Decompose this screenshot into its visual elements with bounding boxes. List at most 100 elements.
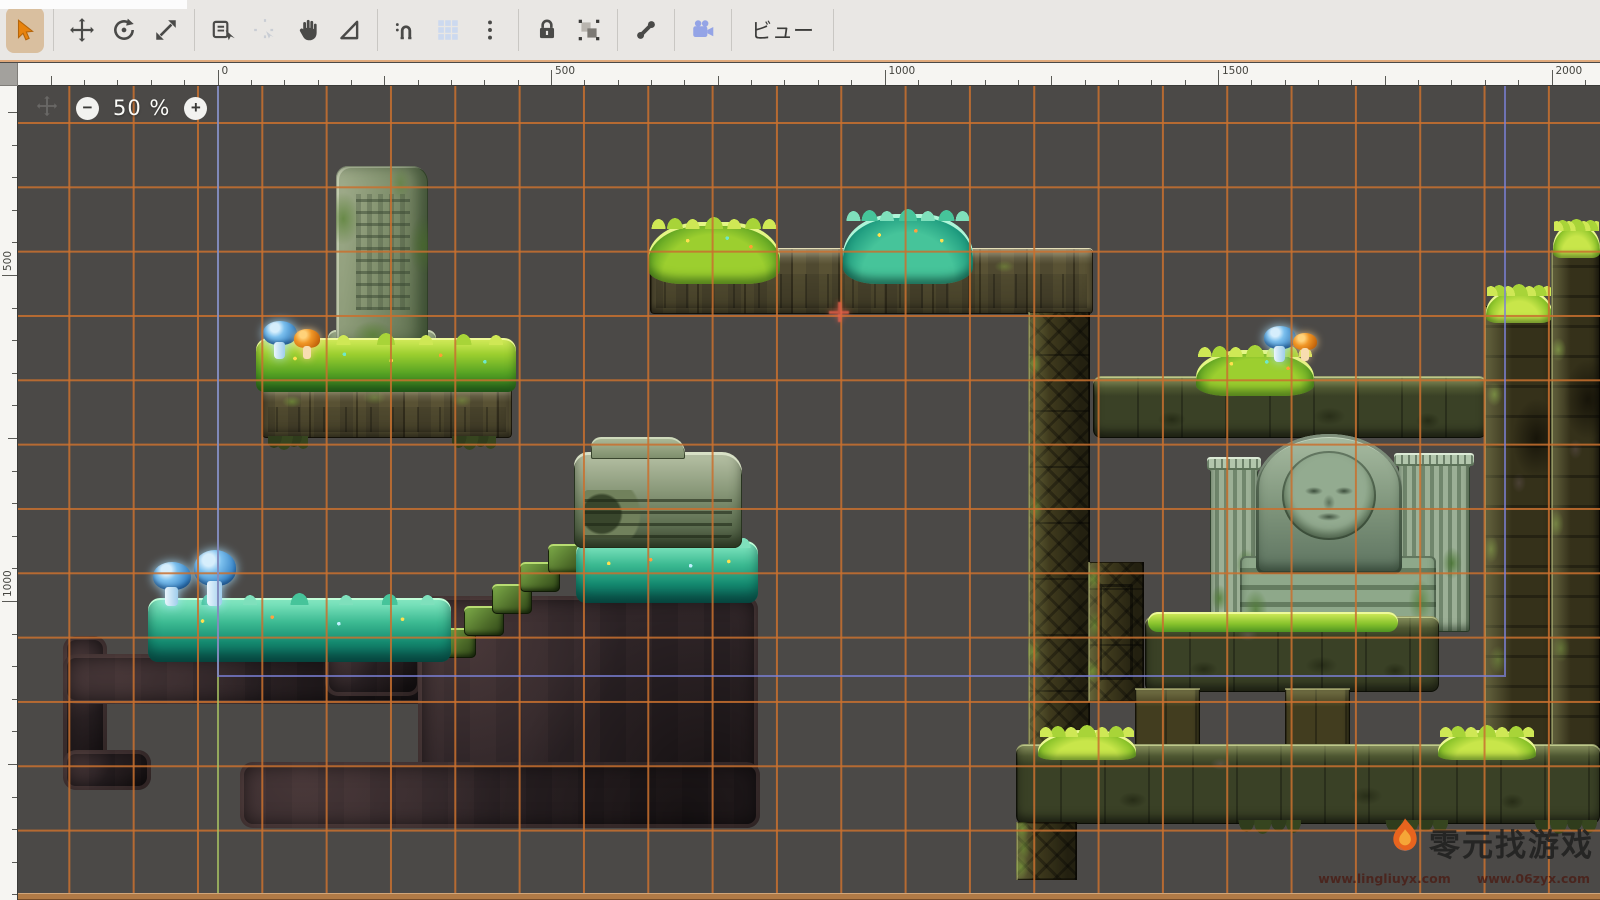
ruler-tick xyxy=(1585,80,1586,86)
toolbar-separator xyxy=(617,9,618,51)
ruler-tick xyxy=(12,405,18,406)
pan-widget-icon xyxy=(36,95,58,117)
transform-grid-toggle-button[interactable] xyxy=(568,7,610,53)
stone-monument[interactable] xyxy=(336,166,428,342)
measure-tool-button[interactable] xyxy=(328,7,370,53)
right-wall-inner-grass[interactable] xyxy=(1486,289,1552,323)
statue-ledge[interactable] xyxy=(1145,616,1439,692)
moss-fringe[interactable] xyxy=(268,436,308,452)
triangle-icon xyxy=(336,17,362,43)
mushroom-blue[interactable] xyxy=(1264,326,1296,362)
toolbar-separator xyxy=(53,9,54,51)
ruler-corner xyxy=(0,63,18,86)
ruler-tick xyxy=(1185,80,1186,86)
mushroom-blue[interactable] xyxy=(263,321,297,359)
watermark-urls: www.lingliuyx.com www.06zyx.com xyxy=(1318,871,1590,886)
hand-icon xyxy=(294,17,320,43)
upper-grass-teal[interactable] xyxy=(576,541,758,603)
magnet-snap-toggle-button[interactable] xyxy=(385,7,427,53)
right-wall-outer-grass[interactable] xyxy=(1553,224,1600,258)
ruler-tick xyxy=(1318,80,1319,86)
grid-snap-toggle-button[interactable] xyxy=(427,7,469,53)
statue-face[interactable] xyxy=(1256,434,1402,574)
ruins-column-block[interactable] xyxy=(1088,562,1144,702)
horizontal-scrollbar[interactable] xyxy=(18,893,1600,900)
ruler-label: 2000 xyxy=(1556,65,1583,77)
right-wall-inner[interactable] xyxy=(1484,306,1554,748)
mushroom-blue[interactable] xyxy=(194,550,236,606)
ruler-tick xyxy=(1151,80,1152,86)
ruler-label: 1000 xyxy=(2,570,14,597)
left-platform-stone[interactable] xyxy=(262,386,512,438)
camera-icon xyxy=(690,17,716,43)
ruler-label: 0 xyxy=(222,65,229,77)
ruins-column[interactable] xyxy=(1028,312,1090,748)
bone-tool-button[interactable] xyxy=(625,7,667,53)
mushroom-orange[interactable] xyxy=(1293,333,1317,361)
ruler-tick xyxy=(12,145,18,146)
ruler-tick xyxy=(384,76,385,85)
column-stub[interactable] xyxy=(1016,822,1077,880)
ruler-label: 1500 xyxy=(1222,65,1249,77)
ruler-tick xyxy=(584,80,585,86)
mid-bush-green[interactable] xyxy=(648,222,780,284)
move-icon xyxy=(69,17,95,43)
ruler-tick xyxy=(12,503,18,504)
rotate-tool-button[interactable] xyxy=(103,7,145,53)
more-options-button[interactable] xyxy=(469,7,511,53)
ruler-tick xyxy=(1451,80,1452,86)
ruler-tick xyxy=(84,80,85,86)
scale-tool-button[interactable] xyxy=(145,7,187,53)
ruler-tick xyxy=(151,80,152,86)
zoom-in-button[interactable]: + xyxy=(184,97,207,120)
ruler-tick xyxy=(12,177,18,178)
zoom-out-button[interactable]: − xyxy=(76,97,99,120)
hand-tool-button[interactable] xyxy=(286,7,328,53)
moss-fringe[interactable] xyxy=(1237,820,1301,836)
cursor-icon xyxy=(12,17,38,43)
ruler-tick xyxy=(12,242,18,243)
camera-tool-button[interactable] xyxy=(682,7,724,53)
dungeon-foot[interactable] xyxy=(63,750,151,790)
ruler-tick xyxy=(885,70,886,85)
snap-cursor-tool-button[interactable] xyxy=(244,7,286,53)
select-object-tool-button[interactable] xyxy=(202,7,244,53)
bar-grass[interactable] xyxy=(1038,730,1136,760)
magnet-icon xyxy=(393,17,419,43)
select-tool-button[interactable] xyxy=(6,7,44,53)
ruler-tick xyxy=(451,80,452,86)
mid-bush-teal[interactable] xyxy=(843,214,973,284)
lower-pillar[interactable] xyxy=(1285,688,1350,750)
lower-grass-teal[interactable] xyxy=(148,598,451,662)
ruler-label: 1000 xyxy=(889,65,916,77)
bone-icon xyxy=(633,17,659,43)
ruler-tick xyxy=(718,76,719,85)
ruler-tick xyxy=(1018,80,1019,86)
lock-toggle-button[interactable] xyxy=(526,7,568,53)
view-menu-button[interactable]: ビュー xyxy=(739,7,826,53)
ruler-tick xyxy=(1218,70,1219,85)
mushroom-orange[interactable] xyxy=(294,329,320,359)
ruler-tick xyxy=(1485,80,1486,86)
ruler-tick xyxy=(1051,76,1052,85)
bar-grass[interactable] xyxy=(1438,730,1536,760)
mushroom-blue[interactable] xyxy=(153,562,191,606)
moss-fringe[interactable] xyxy=(452,436,496,452)
move-tool-button[interactable] xyxy=(61,7,103,53)
ruler-tick xyxy=(851,80,852,86)
ruler-tick xyxy=(12,210,18,211)
ruler-tick xyxy=(751,80,752,86)
grid-icon xyxy=(435,17,461,43)
scale-icon xyxy=(153,17,179,43)
scene-canvas[interactable]: − 50 % + 零元找游戏 www.lingliuyx.com www.06z… xyxy=(18,86,1600,900)
ruler-tick xyxy=(1118,80,1119,86)
ruler-tick xyxy=(2,601,17,602)
ruler-tick xyxy=(1251,80,1252,86)
ruler-tick xyxy=(12,829,18,830)
right-wall-outer[interactable] xyxy=(1551,250,1600,748)
dungeon-bottom-slab[interactable] xyxy=(240,762,760,828)
ruined-machine[interactable] xyxy=(574,452,742,548)
ruler-tick xyxy=(12,634,18,635)
lower-pillar[interactable] xyxy=(1135,688,1200,750)
toolbar-separator xyxy=(674,9,675,51)
